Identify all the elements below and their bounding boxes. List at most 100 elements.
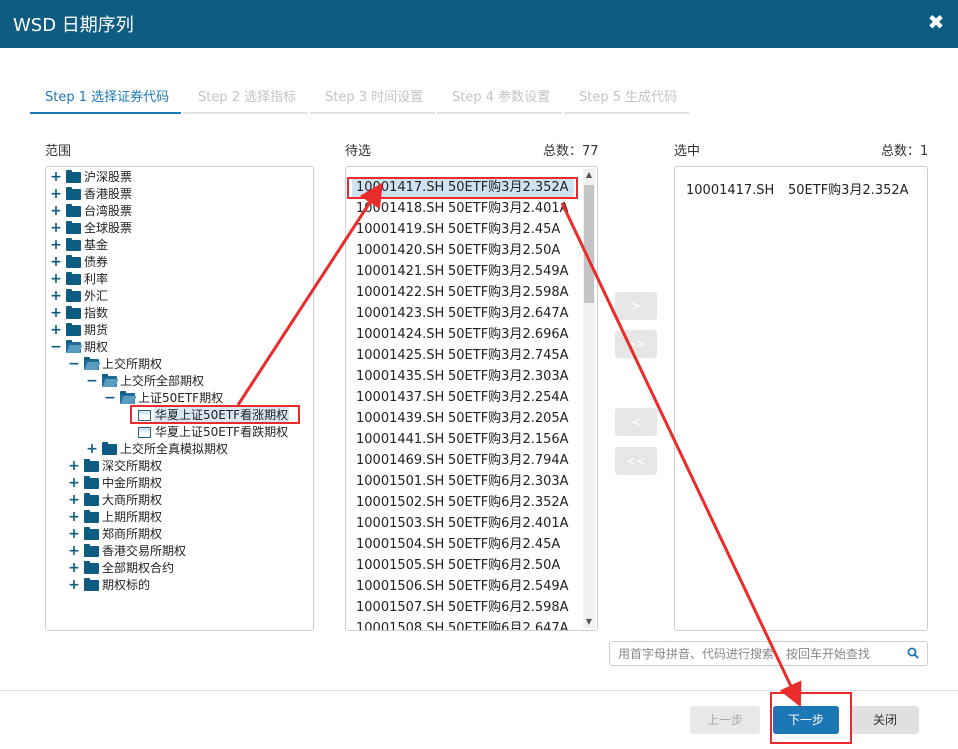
candidate-item[interactable]: 10001503.SH 50ETF购6月2.401A	[356, 513, 569, 534]
expand-icon[interactable]: +	[50, 271, 62, 288]
candidate-item[interactable]: 10001421.SH 50ETF购3月2.549A	[356, 261, 569, 282]
tree-node[interactable]: + 债券	[50, 254, 109, 271]
candidate-item[interactable]: 10001505.SH 50ETF购6月2.50A	[356, 555, 560, 576]
search-icon[interactable]	[907, 647, 919, 659]
close-icon[interactable]: ✖	[926, 12, 946, 32]
tree-node[interactable]: + 深交所期权	[68, 458, 163, 475]
tree-node[interactable]: + 利率	[50, 271, 109, 288]
expand-icon[interactable]: +	[50, 203, 62, 220]
candidate-item[interactable]: 10001441.SH 50ETF购3月2.156A	[356, 429, 569, 450]
candidate-item[interactable]: 10001420.SH 50ETF购3月2.50A	[356, 240, 560, 261]
candidates-list[interactable]: 10001417.SH 50ETF购3月2.352A 10001418.SH 50ET…	[345, 166, 598, 631]
folder-icon	[66, 238, 81, 251]
expand-icon[interactable]: +	[50, 186, 62, 203]
tree-node[interactable]: + 基金	[50, 237, 109, 254]
tree-node[interactable]: + 指数	[50, 305, 109, 322]
tree-node[interactable]: + 香港股票	[50, 186, 133, 203]
candidates-scrollbar[interactable]: ▲ ▼	[583, 169, 595, 628]
tree-node[interactable]: + 大商所期权	[68, 492, 163, 509]
tree-node[interactable]: + 沪深股票	[50, 169, 133, 186]
candidate-item[interactable]: 10001418.SH 50ETF购3月2.401A	[356, 198, 569, 219]
tree-node[interactable]: + 上期所期权	[68, 509, 163, 526]
candidate-item[interactable]: 10001502.SH 50ETF购6月2.352A	[356, 492, 569, 513]
expand-icon[interactable]: +	[68, 526, 80, 543]
tree-node[interactable]: + 香港交易所期权	[68, 543, 187, 560]
tree-node[interactable]: − 上交所期权	[68, 356, 163, 373]
candidate-item[interactable]: 10001506.SH 50ETF购6月2.549A	[356, 576, 569, 597]
candidate-item[interactable]: 10001501.SH 50ETF购6月2.303A	[356, 471, 569, 492]
add-button[interactable]: >	[615, 292, 657, 320]
remove-button[interactable]: <	[615, 408, 657, 436]
selected-item[interactable]: 10001417.SH 50ETF购3月2.352A	[686, 180, 909, 201]
tree-node[interactable]: + 期权标的	[68, 577, 151, 594]
table-icon	[138, 410, 151, 421]
tab-step-1[interactable]: Step 1 选择证券代码	[30, 82, 181, 114]
add-all-button[interactable]: >>	[615, 330, 657, 358]
candidate-item[interactable]: 10001504.SH 50ETF购6月2.45A	[356, 534, 560, 555]
remove-all-button[interactable]: <<	[615, 447, 657, 475]
candidate-item[interactable]: 10001439.SH 50ETF购3月2.205A	[356, 408, 569, 429]
candidate-item[interactable]: 10001425.SH 50ETF购3月2.745A	[356, 345, 569, 366]
prev-button[interactable]: 上一步	[690, 706, 760, 734]
close-button[interactable]: 关闭	[851, 706, 919, 734]
candidate-item[interactable]: 10001423.SH 50ETF购3月2.647A	[356, 303, 569, 324]
next-button[interactable]: 下一步	[773, 706, 839, 734]
tree-node[interactable]: + 郑商所期权	[68, 526, 163, 543]
collapse-icon[interactable]: −	[86, 373, 98, 390]
tree-node[interactable]: + 中金所期权	[68, 475, 163, 492]
expand-icon[interactable]: +	[68, 543, 80, 560]
candidate-item[interactable]: 10001507.SH 50ETF购6月2.598A	[356, 597, 569, 618]
tree-node[interactable]: − 上证50ETF期权	[104, 390, 224, 407]
tab-step-4[interactable]: Step 4 参数设置	[437, 82, 562, 114]
expand-icon[interactable]: +	[68, 577, 80, 594]
expand-icon[interactable]: +	[50, 254, 62, 271]
tab-step-2[interactable]: Step 2 选择指标	[183, 82, 308, 114]
tree-node[interactable]: 华夏上证50ETF看涨期权	[122, 407, 290, 424]
collapse-icon[interactable]: −	[68, 356, 80, 373]
expand-icon[interactable]: +	[68, 492, 80, 509]
candidate-item[interactable]: 10001508.SH 50ETF购6月2.647A	[356, 618, 569, 630]
tree-node[interactable]: − 期权	[50, 339, 109, 356]
expand-icon[interactable]: +	[86, 441, 98, 458]
candidate-item[interactable]: 10001422.SH 50ETF购3月2.598A	[356, 282, 569, 303]
search-box[interactable]	[609, 641, 928, 666]
folder-icon	[66, 221, 81, 234]
candidate-item[interactable]: 10001437.SH 50ETF购3月2.254A	[356, 387, 569, 408]
search-input[interactable]	[618, 645, 898, 663]
tree-node[interactable]: 华夏上证50ETF看跌期权	[122, 424, 289, 441]
expand-icon[interactable]: +	[50, 220, 62, 237]
tab-step-5[interactable]: Step 5 生成代码	[564, 82, 689, 114]
tree-node[interactable]: + 全球股票	[50, 220, 133, 237]
tree-node[interactable]: + 上交所全真模拟期权	[86, 441, 229, 458]
scope-tree[interactable]: + 沪深股票 + 香港股票 + 台湾股票 + 全球股票 + 基金 + 债券 + 利率 + 外汇 + 指数 + 期货 − 期…	[45, 166, 314, 631]
expand-icon[interactable]: +	[68, 458, 80, 475]
tree-node[interactable]: + 期货	[50, 322, 109, 339]
candidate-item[interactable]: 10001469.SH 50ETF购3月2.794A	[356, 450, 569, 471]
tree-node[interactable]: + 全部期权合约	[68, 560, 175, 577]
tree-node[interactable]: − 上交所全部期权	[86, 373, 205, 390]
expand-icon[interactable]: +	[50, 237, 62, 254]
collapse-icon[interactable]: −	[104, 390, 116, 407]
selected-list[interactable]: 10001417.SH 50ETF购3月2.352A	[674, 166, 928, 631]
expand-icon[interactable]: +	[50, 322, 62, 339]
candidate-item[interactable]: 10001417.SH 50ETF购3月2.352A	[352, 177, 574, 198]
expand-icon[interactable]: +	[68, 475, 80, 492]
scroll-down-icon[interactable]: ▼	[583, 616, 595, 628]
expand-icon[interactable]: +	[68, 560, 80, 577]
candidate-code: 10001437.SH	[356, 390, 445, 405]
collapse-icon[interactable]: −	[50, 339, 62, 356]
scroll-up-icon[interactable]: ▲	[583, 169, 595, 181]
expand-icon[interactable]: +	[68, 509, 80, 526]
candidate-item[interactable]: 10001419.SH 50ETF购3月2.45A	[356, 219, 560, 240]
expand-icon[interactable]: +	[50, 305, 62, 322]
scroll-thumb[interactable]	[584, 185, 594, 303]
tree-node[interactable]: + 外汇	[50, 288, 109, 305]
tree-node[interactable]: + 台湾股票	[50, 203, 133, 220]
candidate-name: 50ETF购3月2.254A	[448, 390, 569, 405]
candidate-item[interactable]: 10001424.SH 50ETF购3月2.696A	[356, 324, 569, 345]
expand-icon[interactable]: +	[50, 169, 62, 186]
candidate-code: 10001418.SH	[356, 201, 445, 216]
expand-icon[interactable]: +	[50, 288, 62, 305]
candidate-item[interactable]: 10001435.SH 50ETF购3月2.303A	[356, 366, 569, 387]
tab-step-3[interactable]: Step 3 时间设置	[310, 82, 435, 114]
